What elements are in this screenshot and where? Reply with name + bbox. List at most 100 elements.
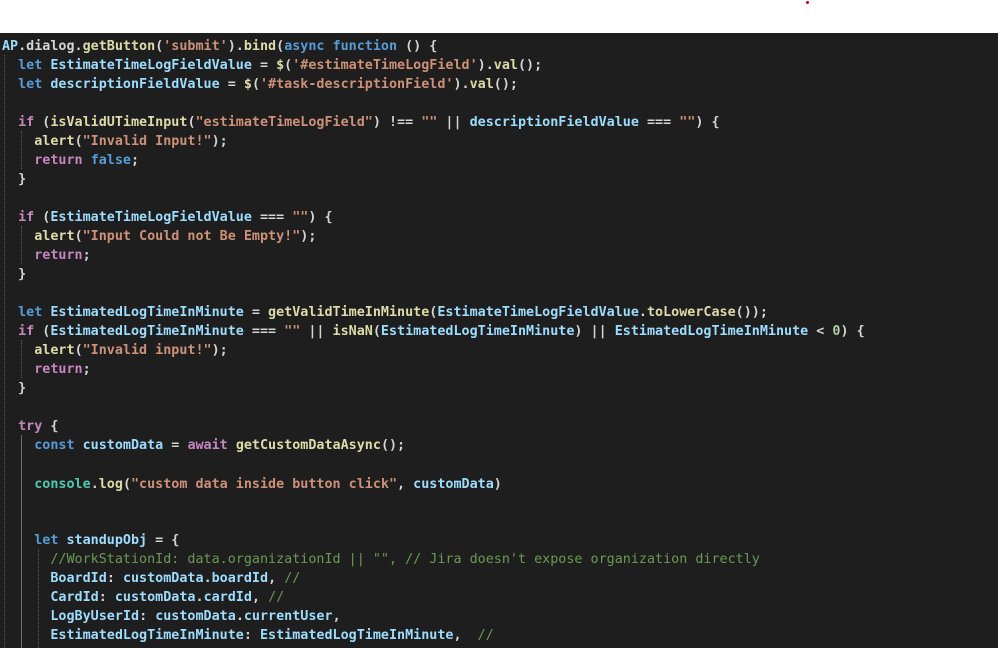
code-token: . xyxy=(638,305,647,320)
code-token: await xyxy=(187,438,228,453)
code-token: = { xyxy=(147,533,180,548)
code-token: if xyxy=(18,210,35,225)
code-line-6: return false; xyxy=(2,151,139,170)
code-comment: // xyxy=(284,571,301,586)
code-token: EstimateTimeLogFieldValue xyxy=(50,210,252,225)
code-comment: //WorkStationId: data.organizationId || … xyxy=(50,552,760,567)
code-token: "" xyxy=(421,115,438,130)
code-token: console xyxy=(34,477,91,492)
code-token: ( xyxy=(74,343,83,358)
code-token: AP xyxy=(2,39,19,54)
code-token: , xyxy=(332,609,341,624)
code-token: ); xyxy=(300,229,317,244)
code-line-1: AP.dialog.getButton('submit').bind(async… xyxy=(2,37,437,56)
code-token: EstimatedLogTimeInMinute xyxy=(50,305,244,320)
code-token: if xyxy=(18,115,35,130)
code-token: EstimatedLogTimeInMinute xyxy=(50,324,244,339)
code-comment: // xyxy=(268,590,285,605)
code-token: , xyxy=(453,628,478,643)
code-token: descriptionFieldValue xyxy=(50,77,220,92)
code-line-8: if (EstimateTimeLogFieldValue === "") { xyxy=(2,208,333,227)
code-token: customData xyxy=(122,571,204,586)
code-line-10: return; xyxy=(2,246,91,265)
window-top-strip xyxy=(0,0,998,33)
code-token: EstimatedLogTimeInMinute xyxy=(380,324,575,339)
code-token: "" xyxy=(679,115,696,130)
code-token: || xyxy=(300,324,333,339)
code-token: ( xyxy=(187,115,196,130)
code-token: "Invalid input!" xyxy=(82,343,212,358)
code-line-9: alert("Input Could not Be Empty!"); xyxy=(2,227,316,246)
code-token: let xyxy=(18,305,43,320)
code-token: alert xyxy=(34,343,75,358)
code-token: ( xyxy=(251,77,260,92)
code-line-13: if (EstimatedLogTimeInMinute === "" || i… xyxy=(2,322,865,341)
code-token: . xyxy=(90,477,99,492)
code-line-25: EstimatedLogTimeInMinute: EstimatedLogTi… xyxy=(2,626,493,645)
code-token: ); xyxy=(211,343,228,358)
code-line-22: BoardId: customData.boardId, // xyxy=(2,569,300,588)
code-token: false xyxy=(90,153,131,168)
code-token: alert xyxy=(34,134,75,149)
code-token: val xyxy=(469,77,494,92)
code-token: CardId xyxy=(50,590,99,605)
code-token: return xyxy=(34,153,83,168)
code-token: customData xyxy=(155,609,236,624)
code-token: ; xyxy=(82,248,91,263)
code-token: standupObj xyxy=(66,533,148,548)
code-line-19: console.log("custom data inside button c… xyxy=(2,475,502,494)
code-token: . xyxy=(195,590,204,605)
code-token: === xyxy=(251,210,293,225)
code-token: function xyxy=(332,39,398,54)
code-token: let xyxy=(18,77,43,92)
code-line-23: CardId: customData.cardId, // xyxy=(2,588,284,607)
code-token: , xyxy=(268,571,285,586)
code-token: getButton xyxy=(82,39,156,54)
code-line-5: alert("Invalid Input!"); xyxy=(2,132,228,151)
code-token: ( xyxy=(122,477,131,492)
code-token: customData xyxy=(413,477,494,492)
code-token: toLowerCase xyxy=(646,305,736,320)
code-token: currentUser xyxy=(243,609,333,624)
code-token: = xyxy=(243,305,269,320)
code-token: ( xyxy=(276,39,285,54)
code-token: descriptionFieldValue xyxy=(469,115,639,130)
code-token: ). xyxy=(453,77,470,92)
code-token: .dialog. xyxy=(18,39,83,54)
code-token: ( xyxy=(34,324,51,339)
code-token: { xyxy=(42,419,59,434)
code-line-24: LogByUserId: customData.currentUser, xyxy=(2,607,341,626)
code-token: val xyxy=(493,58,518,73)
code-editor[interactable]: AP.dialog.getButton('submit').bind(async… xyxy=(0,33,998,648)
code-token: 'submit' xyxy=(163,39,228,54)
code-token: (); xyxy=(493,77,518,92)
code-token: BoardId xyxy=(50,571,107,586)
code-token: = xyxy=(219,77,244,92)
code-token: ( xyxy=(74,229,83,244)
code-token: ) { xyxy=(308,210,333,225)
code-token: const xyxy=(34,438,75,453)
code-line-18: const customData = await getCustomDataAs… xyxy=(2,436,405,455)
code-token: EstimatedLogTimeInMinute xyxy=(259,628,454,643)
code-token: cardId xyxy=(203,590,252,605)
code-token: boardId xyxy=(211,571,269,586)
code-token: let xyxy=(18,58,43,73)
code-token: ()); xyxy=(735,305,768,320)
